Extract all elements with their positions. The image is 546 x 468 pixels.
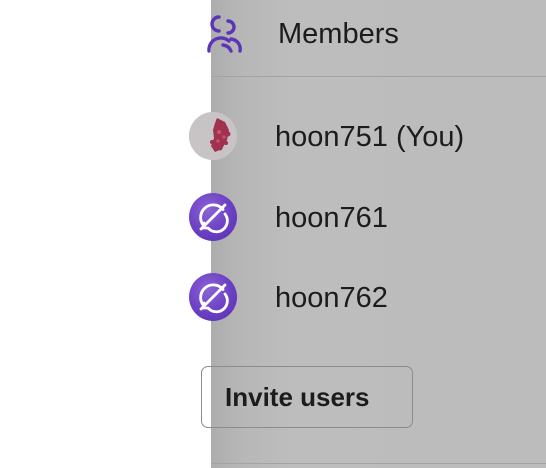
screen: Members hoon751 (You) hoon761 hoon762 In… <box>0 0 546 468</box>
members-panel: Members hoon751 (You) hoon761 hoon762 In… <box>189 0 546 468</box>
member-row-hoon762[interactable]: hoon762 <box>189 273 546 323</box>
users-icon <box>205 15 245 57</box>
member-row-hoon751[interactable]: hoon751 (You) <box>189 112 546 162</box>
member-name: hoon761 <box>275 202 388 234</box>
member-name: hoon762 <box>275 282 388 314</box>
invite-users-button[interactable]: Invite users <box>201 366 413 428</box>
no-photo-icon <box>189 283 237 321</box>
avatar <box>189 112 237 160</box>
avatar <box>189 273 237 321</box>
member-row-hoon761[interactable]: hoon761 <box>189 193 546 243</box>
member-name: hoon751 (You) <box>275 121 465 153</box>
avatar <box>189 193 237 241</box>
members-title: Members <box>278 18 399 50</box>
divider <box>211 463 546 464</box>
members-header: Members <box>207 0 546 77</box>
no-photo-icon <box>189 203 237 241</box>
